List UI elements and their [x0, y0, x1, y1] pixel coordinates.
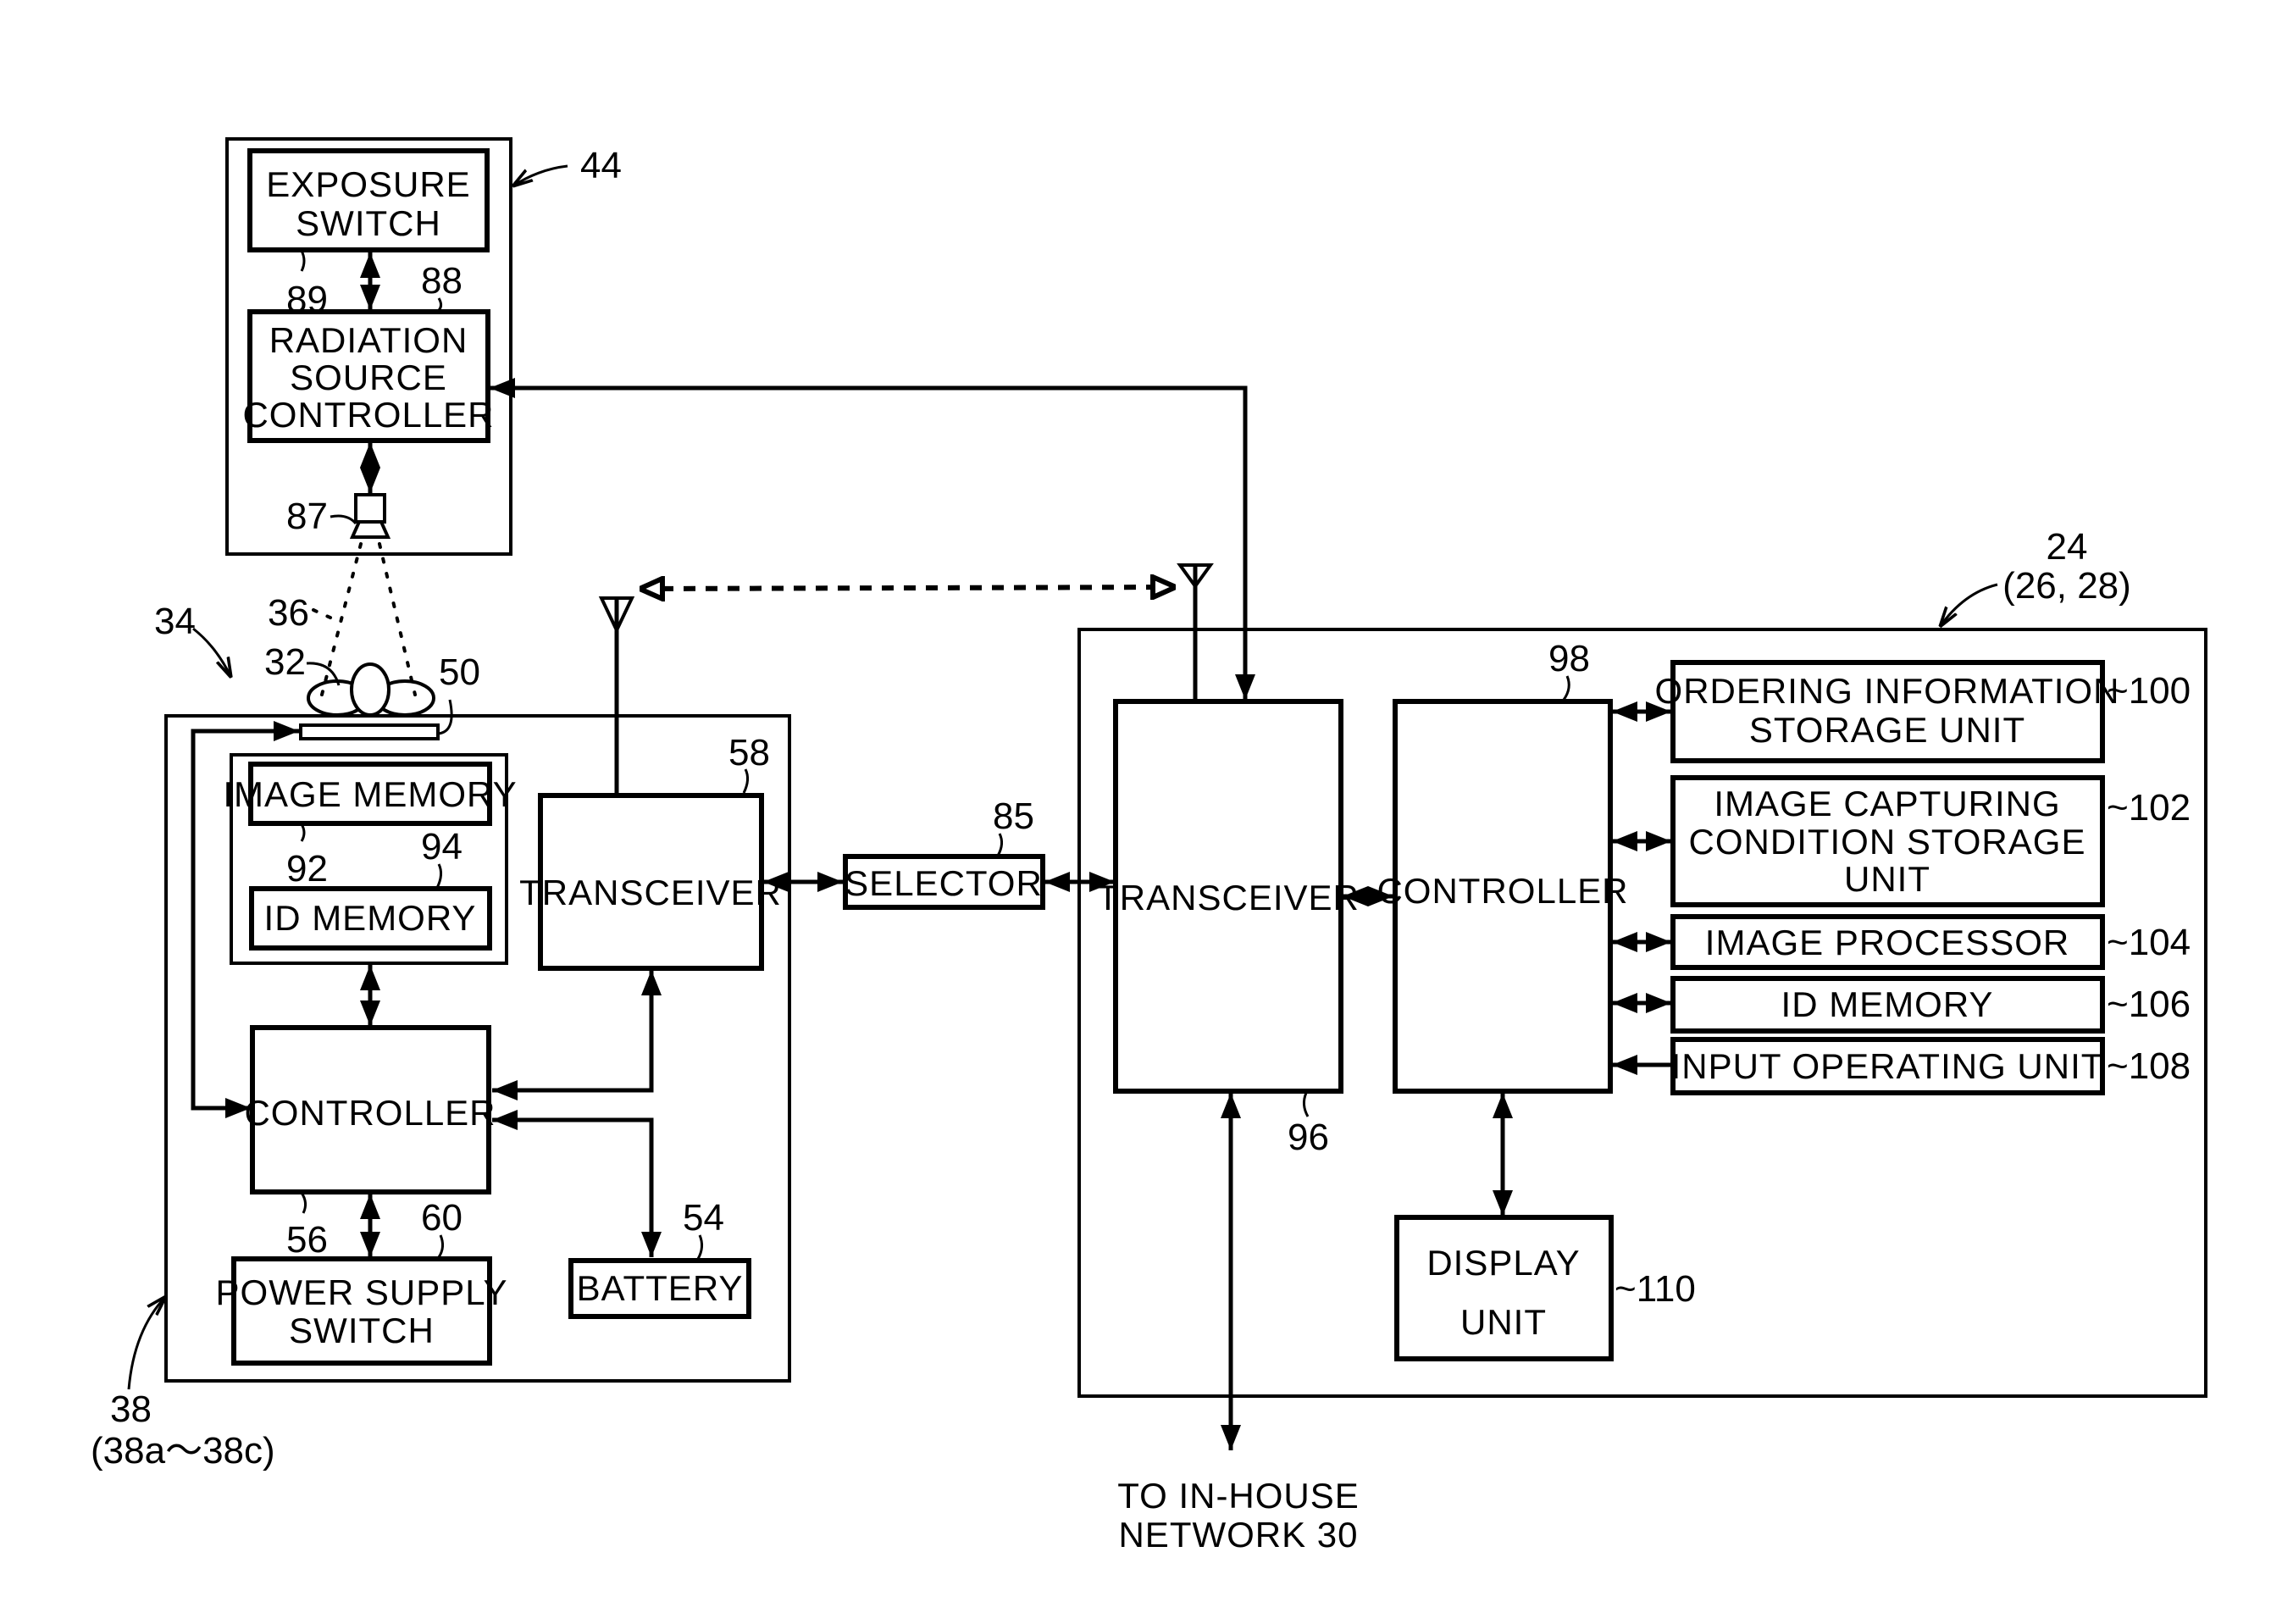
- rsc-label-3: CONTROLLER: [242, 395, 494, 435]
- radiation-detector-cassette: IMAGE MEMORY 92 94 ID MEMORY CONTROLLER …: [91, 699, 791, 1472]
- arrow-controller-battery: [492, 1110, 662, 1257]
- exposure-switch-label-1: EXPOSURE: [266, 164, 470, 204]
- ref-110: ~110: [1615, 1268, 1696, 1310]
- ordering-info-label-2: STORAGE UNIT: [1749, 710, 2025, 750]
- console-controller-label: CONTROLLER: [1376, 871, 1628, 911]
- radiation-source-icon: [349, 493, 391, 539]
- leader-92: [300, 823, 306, 842]
- image-memory-label: IMAGE MEMORY: [223, 774, 517, 814]
- leader-94: [435, 863, 443, 889]
- cassette-antenna-icon: [598, 596, 635, 795]
- leader-56: [300, 1192, 307, 1214]
- capture-condition-label-1: IMAGE CAPTURING: [1714, 784, 2060, 823]
- ref-38-sub: (38a～38c): [91, 1430, 275, 1472]
- ref-104: ~104: [2107, 922, 2191, 963]
- ref-87: 87: [286, 496, 328, 537]
- radiation-source-unit: EXPOSURE SWITCH 89 88 RADIATION SOURCE C…: [225, 137, 622, 556]
- ref-34: 34: [154, 601, 196, 642]
- ref-88: 88: [421, 260, 463, 302]
- rsc-label-2: SOURCE: [290, 358, 447, 397]
- leader-44: [512, 164, 568, 186]
- leader-89: [300, 250, 306, 272]
- patient-icon: [307, 662, 435, 717]
- ref-50: 50: [439, 651, 480, 693]
- ref-58: 58: [728, 732, 770, 773]
- ref-54: 54: [683, 1197, 724, 1239]
- ref-106: ~106: [2107, 984, 2191, 1025]
- image-processor-label: IMAGE PROCESSOR: [1705, 923, 2069, 962]
- ref-38: 38: [110, 1388, 152, 1430]
- detector-panel: [299, 723, 440, 740]
- ref-96: 96: [1288, 1117, 1329, 1158]
- leader-87: [330, 514, 357, 525]
- capture-condition-label-3: UNIT: [1844, 859, 1930, 899]
- ref-60: 60: [421, 1197, 463, 1239]
- console: 24 (26, 28) TRANSCEIVER 96 CONTROLLER 98…: [1077, 526, 2207, 1398]
- ref-92: 92: [286, 848, 328, 890]
- ref-98: 98: [1548, 638, 1590, 679]
- ref-32: 32: [264, 641, 306, 683]
- leader-96: [1302, 1092, 1310, 1117]
- leader-54: [696, 1234, 704, 1260]
- ref-94: 94: [421, 826, 463, 867]
- console-antenna-icon: [1177, 563, 1214, 701]
- selector-label: SELECTOR: [845, 863, 1043, 903]
- cassette-transceiver-label: TRANSCEIVER: [519, 873, 782, 912]
- display-unit-label-2: UNIT: [1460, 1302, 1547, 1342]
- ref-108: ~108: [2107, 1045, 2191, 1087]
- exposure-switch-label-2: SWITCH: [296, 203, 441, 243]
- leader-24: [1940, 583, 1998, 627]
- diagram-svg: EXPOSURE SWITCH 89 88 RADIATION SOURCE C…: [91, 137, 2207, 1555]
- console-transceiver-label: TRANSCEIVER: [1097, 878, 1360, 917]
- display-unit-label-1: DISPLAY: [1426, 1243, 1580, 1283]
- console-id-memory-label: ID MEMORY: [1781, 984, 1994, 1024]
- leader-34: [192, 627, 231, 678]
- ordering-info-label-1: ORDERING INFORMATION: [1655, 671, 2120, 711]
- input-operating-label: INPUT OPERATING UNIT: [1671, 1046, 2104, 1086]
- ref-24-sub: (26, 28): [2002, 565, 2131, 607]
- ref-100: ~100: [2107, 670, 2191, 712]
- power-supply-label-1: POWER SUPPLY: [216, 1272, 508, 1312]
- line-console-to-source-controller: [490, 378, 1255, 700]
- cassette-controller-label: CONTROLLER: [244, 1093, 496, 1133]
- ref-102: ~102: [2107, 787, 2191, 829]
- battery-label: BATTERY: [577, 1268, 744, 1308]
- leader-38: [127, 1296, 166, 1390]
- leader-36: [312, 608, 334, 620]
- leader-98: [1562, 675, 1570, 701]
- ref-44: 44: [580, 145, 622, 186]
- rsc-label-1: RADIATION: [269, 320, 468, 360]
- power-supply-label-2: SWITCH: [289, 1311, 435, 1350]
- ref-36: 36: [268, 592, 309, 634]
- ref-85: 85: [993, 795, 1034, 837]
- ref-56: 56: [286, 1219, 328, 1261]
- network-label-2: NETWORK 30: [1118, 1515, 1358, 1555]
- cassette-id-memory-label: ID MEMORY: [264, 898, 477, 938]
- arrow-transceiver-controller: [492, 970, 662, 1100]
- network-label-1: TO IN-HOUSE: [1117, 1476, 1360, 1516]
- ref-24: 24: [2047, 526, 2088, 568]
- block-diagram: EXPOSURE SWITCH 89 88 RADIATION SOURCE C…: [0, 0, 2271, 1624]
- capture-condition-label-2: CONDITION STORAGE: [1689, 822, 2086, 862]
- wireless-link: [640, 587, 1176, 589]
